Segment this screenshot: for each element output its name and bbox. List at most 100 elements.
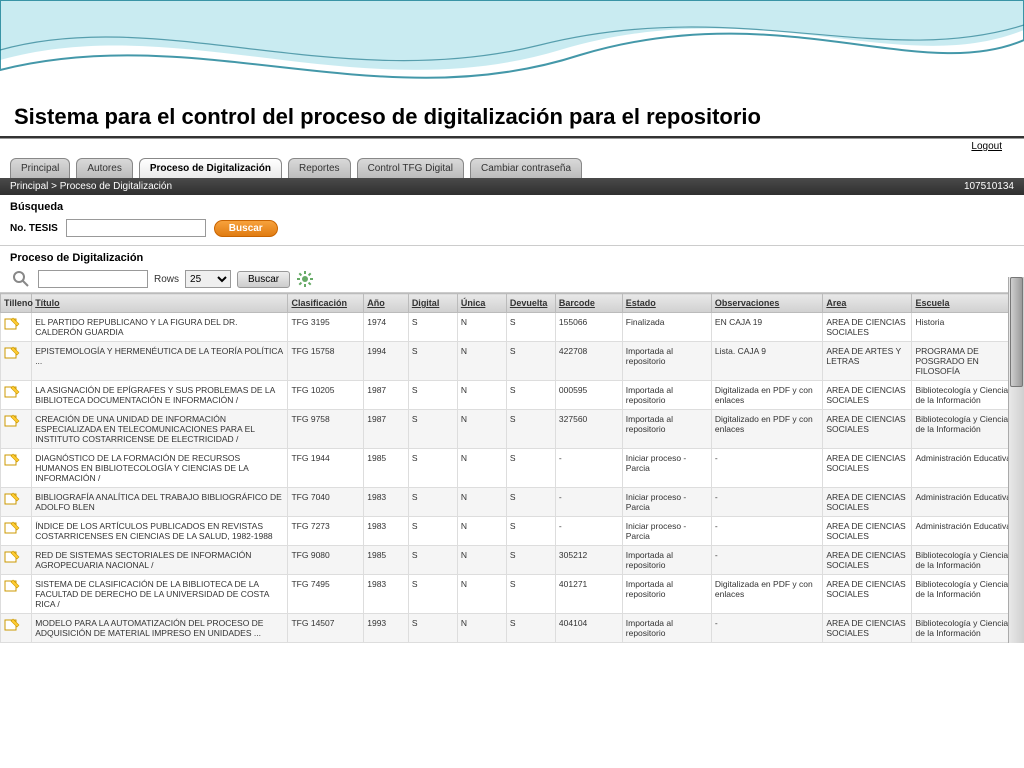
edit-pencil-icon[interactable] [4,618,20,632]
col-clasificacion[interactable]: Clasificación [288,294,364,313]
cell-clasificacion: TFG 3195 [288,313,364,342]
cell-observaciones: Digitalizada en PDF y con enlaces [711,575,822,614]
scrollbar-thumb[interactable] [1010,277,1023,387]
cell-digital: S [408,449,457,488]
cell-clasificacion: TFG 10205 [288,381,364,410]
cell-observaciones: - [711,449,822,488]
cell-barcode: 404104 [555,614,622,643]
cell-estado: Importada al repositorio [622,381,711,410]
cell-escuela: Bibliotecología y Ciencias de la Informa… [912,575,1024,614]
col-barcode[interactable]: Barcode [555,294,622,313]
col-digital[interactable]: Digital [408,294,457,313]
cell-unica: N [457,575,506,614]
cell-observaciones: - [711,546,822,575]
col-area[interactable]: Area [823,294,912,313]
tesis-number-input[interactable] [66,219,206,237]
cell-devuelta: S [506,313,555,342]
edit-pencil-icon[interactable] [4,346,20,360]
cell-escuela: PROGRAMA DE POSGRADO EN FILOSOFÍA [912,342,1024,381]
col-devuelta[interactable]: Devuelta [506,294,555,313]
cell-devuelta: S [506,546,555,575]
cell-titulo: DIAGNÓSTICO DE LA FORMACIÓN DE RECURSOS … [32,449,288,488]
table-row: SISTEMA DE CLASIFICACIÓN DE LA BIBLIOTEC… [1,575,1024,614]
edit-cell[interactable] [1,517,32,546]
cell-clasificacion: TFG 7040 [288,488,364,517]
edit-cell[interactable] [1,614,32,643]
cell-digital: S [408,575,457,614]
cell-unica: N [457,342,506,381]
tab-reportes[interactable]: Reportes [288,158,351,178]
cell-clasificacion: TFG 15758 [288,342,364,381]
edit-pencil-icon[interactable] [4,317,20,331]
user-id: 107510134 [964,181,1014,192]
cell-observaciones: - [711,614,822,643]
cell-devuelta: S [506,381,555,410]
decorative-wave-header [0,0,1024,100]
edit-cell[interactable] [1,449,32,488]
cell-digital: S [408,342,457,381]
tab-principal[interactable]: Principal [10,158,70,178]
cell-titulo: BIBLIOGRAFÍA ANALÍTICA DEL TRABAJO BIBLI… [32,488,288,517]
table-row: RED DE SISTEMAS SECTORIALES DE INFORMACI… [1,546,1024,575]
edit-pencil-icon[interactable] [4,550,20,564]
cell-observaciones: - [711,488,822,517]
cell-unica: N [457,614,506,643]
cell-area: AREA DE CIENCIAS SOCIALES [823,410,912,449]
tab-control-tfg[interactable]: Control TFG Digital [357,158,464,178]
cell-ano: 1994 [364,342,409,381]
cell-ano: 1983 [364,488,409,517]
edit-cell[interactable] [1,381,32,410]
cell-estado: Iniciar proceso - Parcia [622,517,711,546]
tab-proceso-digitalizacion[interactable]: Proceso de Digitalización [139,158,282,178]
table-row: BIBLIOGRAFÍA ANALÍTICA DEL TRABAJO BIBLI… [1,488,1024,517]
edit-pencil-icon[interactable] [4,414,20,428]
cell-titulo: EPISTEMOLOGÍA Y HERMENÉUTICA DE LA TEORÍ… [32,342,288,381]
tab-cambiar-contrasena[interactable]: Cambiar contraseña [470,158,582,178]
logout-link[interactable]: Logout [971,141,1002,152]
edit-pencil-icon[interactable] [4,492,20,506]
cell-devuelta: S [506,449,555,488]
edit-pencil-icon[interactable] [4,521,20,535]
page-title: Sistema para el control del proceso de d… [0,100,1024,138]
edit-cell[interactable] [1,488,32,517]
edit-pencil-icon[interactable] [4,385,20,399]
col-estado[interactable]: Estado [622,294,711,313]
col-escuela[interactable]: Escuela [912,294,1024,313]
data-grid: Tilleno Título Clasificación Año Digital… [0,293,1024,643]
cell-titulo: EL PARTIDO REPUBLICANO Y LA FIGURA DEL D… [32,313,288,342]
breadcrumb[interactable]: Principal > Proceso de Digitalización [10,181,172,192]
col-titulo[interactable]: Título [32,294,288,313]
grid-search-button[interactable]: Buscar [237,271,290,288]
edit-pencil-icon[interactable] [4,453,20,467]
cell-escuela: Historia [912,313,1024,342]
search-button[interactable]: Buscar [214,220,278,237]
cell-clasificacion: TFG 1944 [288,449,364,488]
col-unica[interactable]: Única [457,294,506,313]
col-ano[interactable]: Año [364,294,409,313]
vertical-scrollbar[interactable] [1008,277,1024,643]
rows-select[interactable]: 25 [185,270,231,288]
cell-estado: Importada al repositorio [622,342,711,381]
edit-cell[interactable] [1,546,32,575]
edit-cell[interactable] [1,410,32,449]
search-field-label: No. TESIS [10,223,58,234]
breadcrumb-bar: Principal > Proceso de Digitalización 10… [0,178,1024,195]
cell-unica: N [457,488,506,517]
edit-cell[interactable] [1,313,32,342]
cell-devuelta: S [506,517,555,546]
gear-icon[interactable] [296,270,314,288]
cell-ano: 1983 [364,517,409,546]
col-edit[interactable]: Tilleno [1,294,32,313]
grid-filter-input[interactable] [38,270,148,288]
cell-clasificacion: TFG 7495 [288,575,364,614]
tab-autores[interactable]: Autores [76,158,132,178]
cell-titulo: LA ASIGNACIÓN DE EPÍGRAFES Y SUS PROBLEM… [32,381,288,410]
cell-barcode: 155066 [555,313,622,342]
edit-cell[interactable] [1,342,32,381]
edit-pencil-icon[interactable] [4,579,20,593]
cell-ano: 1987 [364,381,409,410]
edit-cell[interactable] [1,575,32,614]
col-observaciones[interactable]: Observaciones [711,294,822,313]
table-row: CREACIÓN DE UNA UNIDAD DE INFORMACIÓN ES… [1,410,1024,449]
magnifier-icon[interactable] [10,270,32,288]
